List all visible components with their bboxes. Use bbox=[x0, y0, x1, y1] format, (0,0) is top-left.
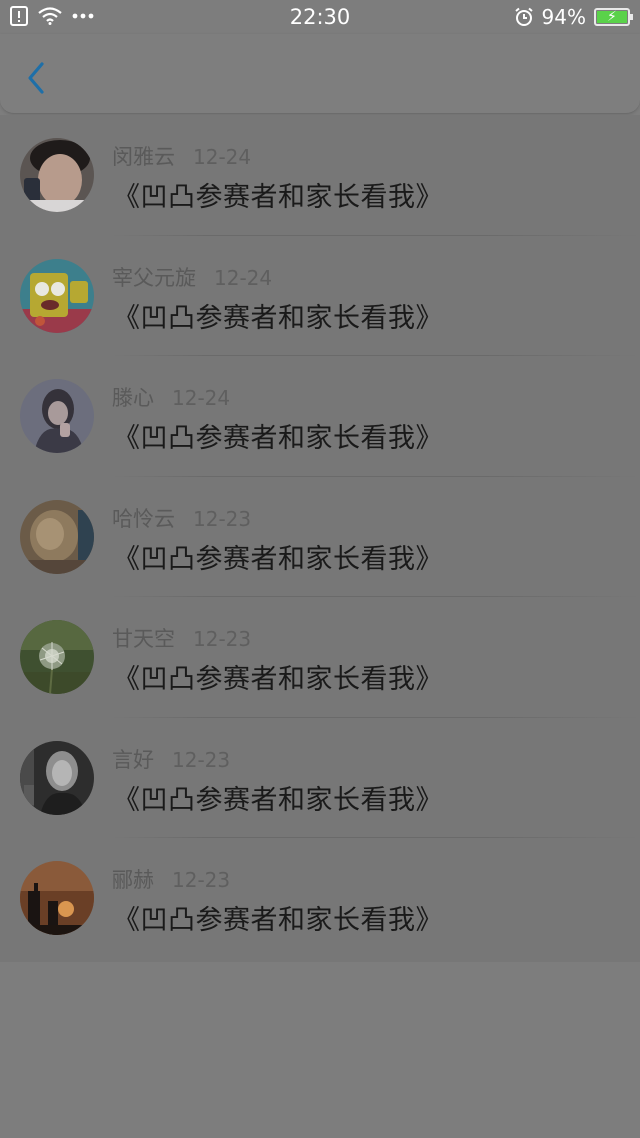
avatar-photo-room bbox=[20, 499, 94, 574]
battery-percent: 94% bbox=[541, 5, 586, 29]
avatar-photo-woman bbox=[20, 740, 94, 815]
comment-date: 12-23 bbox=[172, 747, 231, 772]
status-bar: 22:30 94% ⚡ bbox=[0, 0, 640, 34]
comment-item[interactable]: 宰父元旋 12-24 《凹凸参赛者和家长看我》 bbox=[0, 236, 640, 356]
comment-item[interactable]: 闵雅云 12-24 《凹凸参赛者和家长看我》 bbox=[0, 115, 640, 236]
battery-charging-icon: ⚡ bbox=[594, 8, 633, 26]
commenter-name: 言好 bbox=[112, 747, 154, 772]
commenter-name: 甘天空 bbox=[112, 627, 175, 651]
commenter-name: 郦赫 bbox=[112, 868, 154, 892]
commenter-name: 宰父元旋 bbox=[112, 265, 196, 290]
avatar[interactable] bbox=[20, 138, 94, 212]
comment-date: 12-24 bbox=[193, 145, 252, 169]
comment-text: 《凹凸参赛者和家长看我》 bbox=[113, 664, 443, 695]
status-right-group: 94% ⚡ bbox=[514, 5, 633, 29]
avatar[interactable] bbox=[20, 740, 94, 815]
avatar[interactable] bbox=[20, 258, 94, 333]
comment-date: 12-24 bbox=[172, 386, 231, 410]
alarm-icon bbox=[514, 7, 534, 27]
comment-item[interactable]: 甘天空 12-23 《凹凸参赛者和家长看我》 bbox=[0, 597, 640, 718]
comment-item[interactable]: 哈怜云 12-23 《凹凸参赛者和家长看我》 bbox=[0, 477, 640, 597]
comment-item[interactable]: 言好 12-23 《凹凸参赛者和家长看我》 bbox=[0, 718, 640, 838]
comments-screen: 22:30 94% ⚡ 闵雅云 12-24 《凹凸参赛者和家长看我》 宰父元旋 … bbox=[0, 0, 640, 1138]
avatar-photo-girl bbox=[20, 379, 94, 453]
commenter-name: 哈怜云 bbox=[112, 506, 175, 531]
comment-text: 《凹凸参赛者和家长看我》 bbox=[113, 423, 443, 454]
commenter-name: 闵雅云 bbox=[112, 145, 175, 169]
comment-date: 12-23 bbox=[193, 506, 252, 531]
chevron-left-icon bbox=[28, 62, 44, 94]
back-button[interactable] bbox=[22, 58, 52, 98]
commenter-name: 滕心 bbox=[112, 386, 154, 410]
comment-text: 《凹凸参赛者和家长看我》 bbox=[113, 543, 443, 575]
avatar[interactable] bbox=[20, 499, 94, 574]
avatar-cartoon bbox=[20, 258, 94, 333]
comment-text: 《凹凸参赛者和家长看我》 bbox=[113, 905, 443, 936]
avatar[interactable] bbox=[20, 379, 94, 453]
comment-item[interactable]: 郦赫 12-23 《凹凸参赛者和家长看我》 bbox=[0, 838, 640, 959]
comment-text: 《凹凸参赛者和家长看我》 bbox=[113, 182, 443, 213]
comment-text: 《凹凸参赛者和家长看我》 bbox=[113, 302, 443, 334]
avatar-dandelion bbox=[20, 620, 94, 694]
comment-date: 12-23 bbox=[193, 627, 252, 651]
avatar-sunset bbox=[20, 861, 94, 935]
charging-bolt-icon: ⚡ bbox=[607, 9, 617, 25]
comment-date: 12-23 bbox=[172, 868, 231, 892]
comment-item[interactable]: 滕心 12-24 《凹凸参赛者和家长看我》 bbox=[0, 356, 640, 477]
empty-area bbox=[0, 962, 640, 1138]
avatar[interactable] bbox=[20, 620, 94, 694]
avatar[interactable] bbox=[20, 861, 94, 935]
comment-date: 12-24 bbox=[214, 265, 273, 290]
comment-list: 闵雅云 12-24 《凹凸参赛者和家长看我》 宰父元旋 12-24 《凹凸参赛者… bbox=[0, 115, 640, 962]
comment-text: 《凹凸参赛者和家长看我》 bbox=[113, 784, 443, 816]
nav-bar bbox=[0, 34, 640, 114]
avatar-photo-boy bbox=[20, 138, 94, 212]
